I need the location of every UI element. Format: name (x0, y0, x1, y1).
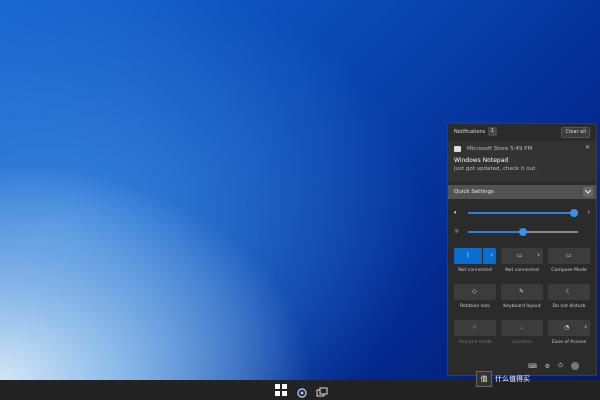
compose-icon: ▭ (566, 252, 572, 259)
quick-settings-title: Quick Settings (454, 189, 494, 195)
compose-mode-tile[interactable]: ▭ (548, 248, 590, 264)
brightness-slider-thumb[interactable] (519, 228, 527, 236)
clear-all-button[interactable]: Clear all (561, 127, 590, 138)
audio-output-chevron-icon[interactable]: › (587, 208, 590, 216)
notification-body: Just got updated, check it out. (454, 166, 538, 172)
do-not-disturb-tile[interactable]: ☾ (548, 284, 590, 300)
win-logo-pane (282, 391, 287, 396)
watermark: 值 什么值得买 (476, 371, 530, 387)
notifications-title: Notifications (454, 129, 486, 135)
rotation-lock-tile[interactable]: ◇ (454, 284, 496, 300)
bluetooth-tile-label: Not connected (458, 268, 492, 273)
airplane-mode-tile[interactable]: ✈ (454, 320, 496, 336)
power-icon[interactable]: ⏻ (558, 362, 563, 370)
win-logo-pane (282, 384, 287, 389)
brightness-slider-fill (468, 231, 523, 233)
watermark-text: 什么值得买 (495, 375, 530, 383)
task-view-icon[interactable] (316, 384, 328, 397)
cast-icon: ▭ (517, 252, 523, 259)
search-icon[interactable] (296, 384, 308, 398)
chevron-down-icon (585, 190, 591, 194)
location-icon: ⊥ (519, 324, 525, 331)
rotation-lock-tile-label: Rotation lock (460, 304, 490, 309)
bluetooth-icon: ᛒ (466, 252, 470, 259)
cast-tile-label: Not connected (505, 268, 539, 273)
brightness-icon: ☼ (454, 228, 460, 235)
bluetooth-chevron-icon[interactable]: › (490, 251, 493, 259)
ease-of-access-tile-label: Ease of Access (551, 340, 586, 345)
volume-slider[interactable] (468, 209, 578, 217)
notifications-header: Notifications 1 Clear all (448, 124, 596, 140)
win-logo-pane (275, 391, 280, 396)
cast-chevron-icon[interactable]: › (537, 251, 540, 259)
bluetooth-tile[interactable]: ᛒ › (454, 248, 496, 264)
settings-gear-icon[interactable]: ⚙ (545, 363, 550, 370)
notifications-count-badge: 1 (488, 127, 497, 136)
microsoft-store-icon (454, 146, 461, 152)
brightness-slider-row: ☼ (454, 227, 590, 237)
close-panel-icon[interactable] (570, 362, 579, 370)
action-center-footer: ⌨ ⚙ ⏻ (528, 362, 579, 370)
action-center-panel: Notifications 1 Clear all Microsoft Stor… (447, 123, 597, 376)
keyboard-layout-tile[interactable]: ✎ (501, 284, 543, 300)
volume-slider-thumb[interactable] (569, 209, 578, 217)
notification-close-icon[interactable]: ✕ (585, 144, 590, 151)
notification-card[interactable]: Microsoft Store 5:49 PM ✕ Windows Notepa… (448, 141, 596, 181)
ease-of-access-tile[interactable]: ◔ › (548, 320, 590, 336)
compose-mode-tile-label: Compose Mode (551, 268, 587, 273)
rotation-icon: ◇ (472, 288, 477, 295)
airplane-icon: ✈ (472, 324, 478, 331)
location-tile[interactable]: ⊥ (501, 320, 543, 336)
keyboard-icon[interactable]: ⌨ (528, 363, 537, 370)
tile-divider (482, 248, 483, 264)
airplane-mode-tile-label: Airplane mode (458, 340, 492, 345)
start-windows-icon[interactable] (275, 384, 287, 396)
volume-slider-fill (468, 212, 574, 214)
volume-slider-row: 🔈︎ › (454, 208, 590, 218)
watermark-logo-icon: 值 (476, 371, 492, 387)
win-logo-pane (275, 384, 280, 389)
brightness-slider[interactable] (468, 228, 578, 236)
location-tile-label: Location (512, 340, 532, 345)
ease-of-access-icon: ◔ (564, 324, 570, 331)
keyboard-layout-icon: ✎ (519, 288, 525, 295)
keyboard-layout-tile-label: Keyboard layout (503, 304, 541, 309)
cast-tile[interactable]: ▭ › (501, 248, 543, 264)
notification-app-time: Microsoft Store 5:49 PM (467, 146, 533, 152)
notification-heading: Windows Notepad (454, 157, 509, 164)
quick-settings-collapse-button[interactable] (583, 187, 593, 197)
quick-settings-header[interactable]: Quick Settings (448, 185, 596, 199)
moon-icon: ☾ (566, 288, 572, 295)
ease-of-access-chevron-icon[interactable]: › (584, 323, 587, 331)
speaker-icon[interactable]: 🔈︎ (454, 209, 458, 217)
do-not-disturb-tile-label: Do not disturb (552, 304, 586, 309)
